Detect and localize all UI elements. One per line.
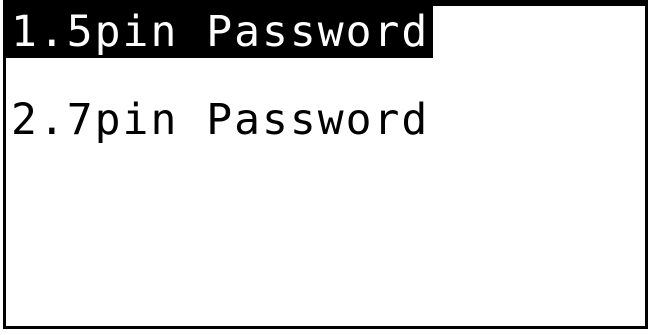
lcd-screen: 1.5pin Password 2.7pin Password: [3, 3, 648, 329]
menu-item-5pin-password[interactable]: 1.5pin Password: [6, 6, 434, 58]
menu-item-7pin-password[interactable]: 2.7pin Password: [6, 94, 434, 146]
